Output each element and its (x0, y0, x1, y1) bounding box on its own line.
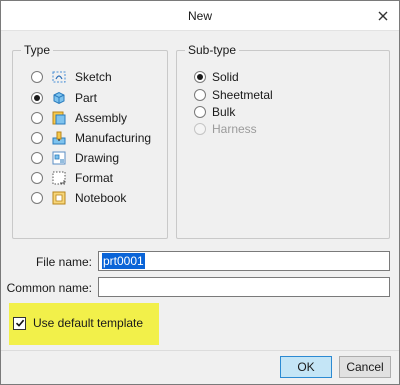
common-name-label: Common name: (6, 281, 92, 295)
type-label-format: Format (75, 171, 114, 185)
file-name-value: prt0001 (102, 253, 145, 269)
file-name-input[interactable]: prt0001 (98, 251, 390, 271)
notebook-icon (52, 191, 66, 205)
subtype-label-solid: Solid (212, 70, 239, 84)
subtype-option-solid[interactable]: Solid (194, 68, 239, 86)
drawing-icon (52, 151, 66, 165)
radio-sketch[interactable] (31, 71, 43, 83)
type-option-sketch[interactable]: Sketch (31, 68, 112, 86)
subtype-option-harness: Harness (194, 120, 257, 138)
title-bar: New (1, 1, 399, 31)
part-icon (53, 91, 65, 105)
subtype-label-sheetmetal: Sheetmetal (212, 88, 273, 102)
file-name-label: File name: (35, 255, 92, 269)
radio-solid[interactable] (194, 71, 206, 83)
type-label-notebook: Notebook (75, 191, 127, 205)
type-option-format[interactable]: Format (31, 169, 113, 187)
checkbox-box[interactable] (13, 316, 26, 330)
button-bar: OK Cancel (1, 350, 399, 384)
type-label-assembly: Assembly (75, 111, 128, 125)
type-label-sketch: Sketch (75, 70, 112, 84)
close-icon (378, 11, 388, 21)
subtype-option-sheetmetal[interactable]: Sheetmetal (194, 86, 273, 104)
radio-manufacturing[interactable] (31, 132, 43, 144)
radio-part[interactable] (31, 92, 43, 104)
subtype-option-bulk[interactable]: Bulk (194, 103, 235, 121)
dialog-title: New (187, 9, 212, 23)
type-option-manufacturing[interactable]: Manufacturing (31, 129, 151, 147)
subtype-group-legend: Sub-type (188, 43, 237, 57)
type-label-part: Part (75, 91, 98, 105)
assembly-icon (52, 111, 66, 125)
radio-sheetmetal[interactable] (194, 89, 206, 101)
close-button[interactable] (373, 6, 393, 26)
type-group-legend: Type (24, 43, 51, 57)
checkmark-icon (15, 319, 24, 327)
radio-drawing[interactable] (31, 152, 43, 164)
type-option-part[interactable]: Part (31, 89, 97, 107)
radio-assembly[interactable] (31, 112, 43, 124)
common-name-input[interactable] (98, 277, 390, 297)
use-default-template-checkbox[interactable]: Use default template (13, 314, 143, 332)
type-label-drawing: Drawing (75, 151, 120, 165)
manufacturing-icon (52, 131, 66, 145)
type-option-assembly[interactable]: Assembly (31, 109, 127, 127)
radio-format[interactable] (31, 172, 43, 184)
radio-notebook[interactable] (31, 192, 43, 204)
subtype-label-bulk: Bulk (212, 105, 236, 119)
radio-bulk[interactable] (194, 106, 206, 118)
type-option-drawing[interactable]: Drawing (31, 149, 119, 167)
ok-button[interactable]: OK (280, 356, 332, 378)
cancel-button[interactable]: Cancel (339, 356, 391, 378)
sketch-icon (52, 71, 66, 83)
subtype-label-harness: Harness (212, 122, 257, 136)
use-default-template-label: Use default template (33, 316, 144, 330)
radio-harness (194, 123, 206, 135)
new-dialog: New Type Sketch Part Assembly Manufactur… (0, 0, 400, 385)
type-option-notebook[interactable]: Notebook (31, 189, 126, 207)
format-icon (52, 171, 66, 185)
type-label-manufacturing: Manufacturing (75, 131, 152, 145)
